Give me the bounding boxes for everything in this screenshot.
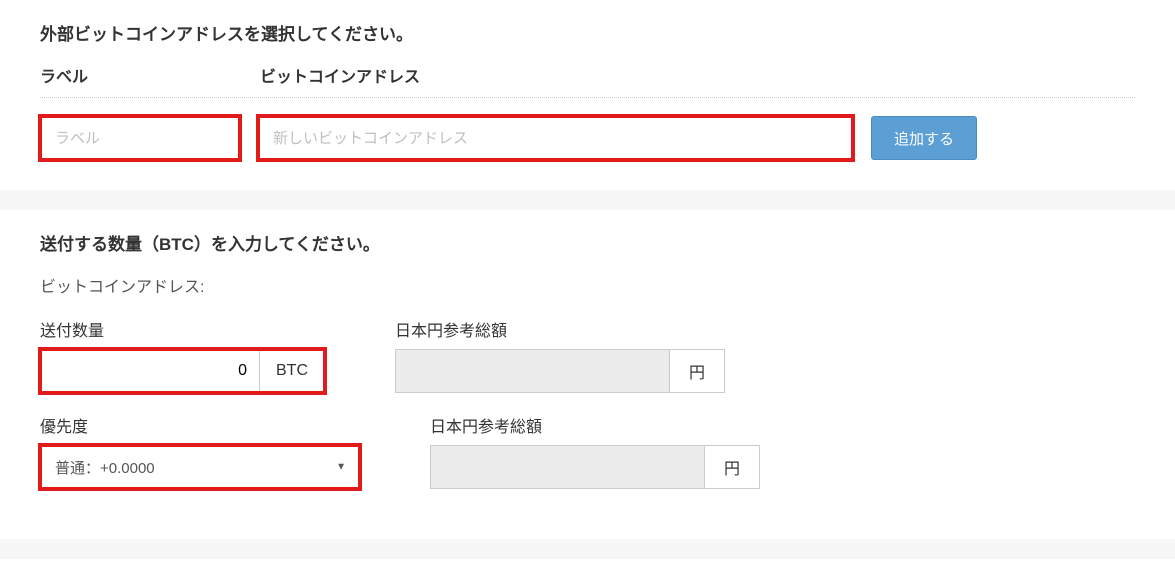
add-address-row: 追加する [40,116,1135,160]
priority-label: 優先度 [40,413,360,437]
add-button[interactable]: 追加する [871,116,977,160]
bottom-gap [0,539,1175,559]
priority-select-wrap: 普通：+0.0000 ▼ [40,445,360,489]
jpy-unit-2: 円 [705,445,760,489]
jpy-input-group-1: 円 [395,349,725,393]
label-input[interactable] [40,116,240,160]
jpy-field-2: 日本円参考総額 円 [430,413,760,489]
section2-title: 送付する数量（BTC）を入力してください。 [40,230,1135,255]
quantity-field: 送付数量 BTC [40,317,325,393]
jpy-input-group-2: 円 [430,445,760,489]
bitcoin-address-input[interactable] [258,116,853,160]
priority-field: 優先度 普通：+0.0000 ▼ [40,413,360,489]
jpy-label-1: 日本円参考総額 [395,317,725,341]
section1-title: 外部ビットコインアドレスを選択してください。 [40,20,1135,45]
address-select-section: 外部ビットコインアドレスを選択してください。 ラベル ビットコインアドレス 追加… [0,0,1175,190]
jpy-label-2: 日本円参考総額 [430,413,760,437]
address-line: ビットコインアドレス: [40,273,1135,297]
jpy-input-1 [395,349,670,393]
quantity-label: 送付数量 [40,317,325,341]
jpy-input-2 [430,445,705,489]
jpy-unit-1: 円 [670,349,725,393]
header-address: ビットコインアドレス [260,63,1135,87]
quantity-unit: BTC [260,349,325,393]
header-label: ラベル [40,63,240,87]
send-amount-section: 送付する数量（BTC）を入力してください。 ビットコインアドレス: 送付数量 B… [0,210,1175,539]
priority-select[interactable]: 普通：+0.0000 [40,445,360,489]
address-table-header: ラベル ビットコインアドレス [40,63,1135,98]
section-gap [0,190,1175,210]
amount-row: 送付数量 BTC 日本円参考総額 円 [40,317,1135,393]
priority-row: 優先度 普通：+0.0000 ▼ 日本円参考総額 円 [40,413,1135,489]
quantity-input-group: BTC [40,349,325,393]
jpy-field-1: 日本円参考総額 円 [395,317,725,393]
quantity-input[interactable] [40,349,260,393]
